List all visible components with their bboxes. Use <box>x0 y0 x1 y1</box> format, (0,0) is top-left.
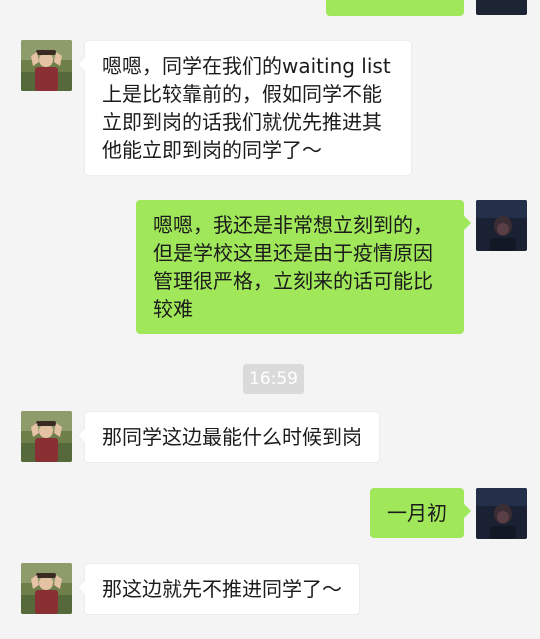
message-text: 嗯嗯，同学在我们的waiting list上是比较靠前的，假如同学不能立即到岗的… <box>102 54 391 162</box>
contact-avatar[interactable] <box>21 40 72 91</box>
contact-avatar[interactable] <box>21 563 72 614</box>
outgoing-message-bubble[interactable]: 嗯嗯，我还是非常想立刻到的，但是学校这里还是由于疫情原因管理很严格，立刻来的话可… <box>136 200 464 334</box>
previous-outgoing-bubble <box>326 0 464 16</box>
my-avatar[interactable] <box>476 488 527 539</box>
outgoing-message-bubble[interactable]: 一月初 <box>370 488 464 538</box>
contact-avatar[interactable] <box>21 411 72 462</box>
message-text: 嗯嗯，我还是非常想立刻到的，但是学校这里还是由于疫情原因管理很严格，立刻来的话可… <box>153 213 433 321</box>
my-avatar[interactable] <box>476 0 527 15</box>
message-text: 一月初 <box>387 501 447 525</box>
incoming-message-bubble[interactable]: 那同学这边最能什么时候到岗 <box>84 411 380 463</box>
incoming-message-bubble[interactable]: 那这边就先不推进同学了～ <box>84 563 360 615</box>
timestamp: 16:59 <box>243 364 304 394</box>
message-text: 那同学这边最能什么时候到岗 <box>102 425 362 449</box>
incoming-message-bubble[interactable]: 嗯嗯，同学在我们的waiting list上是比较靠前的，假如同学不能立即到岗的… <box>84 40 412 176</box>
message-text: 那这边就先不推进同学了～ <box>102 577 342 601</box>
my-avatar[interactable] <box>476 200 527 251</box>
